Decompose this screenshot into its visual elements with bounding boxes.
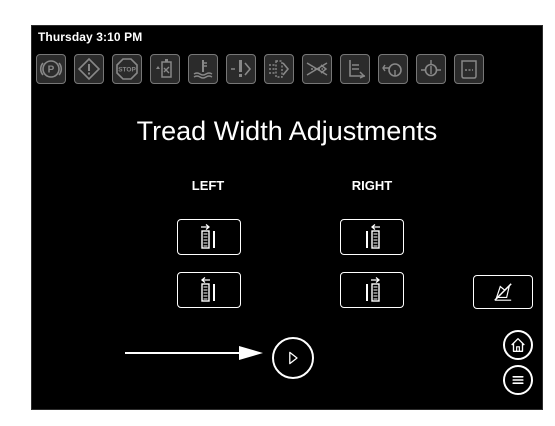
hydraulic-oil-icon — [340, 54, 370, 84]
oil-pressure-icon — [416, 54, 446, 84]
oil-level-icon — [378, 54, 408, 84]
battery-icon — [454, 54, 484, 84]
display-screen: Thursday 3:10 PM P STOP Tread Width Adju… — [31, 25, 543, 410]
hydraulic-filter-icon — [264, 54, 294, 84]
fuel-filter-icon — [226, 54, 256, 84]
disable-icon — [494, 283, 512, 301]
right-tread-narrow-button[interactable] — [340, 219, 404, 255]
play-icon — [289, 351, 298, 365]
right-column-label: RIGHT — [351, 178, 393, 193]
tread-narrow-left-icon — [201, 224, 215, 249]
stop-icon: STOP — [112, 54, 142, 84]
left-tread-widen-button[interactable] — [177, 272, 241, 308]
tread-widen-left-icon — [200, 277, 215, 302]
svg-text:STOP: STOP — [118, 67, 136, 74]
tread-narrow-right-icon — [366, 224, 380, 249]
next-button[interactable] — [272, 337, 314, 379]
page-title: Tread Width Adjustments — [136, 116, 438, 146]
right-tread-widen-button[interactable] — [340, 272, 404, 308]
svg-text:P: P — [48, 65, 55, 76]
air-filter-icon — [302, 54, 332, 84]
callout-arrow — [125, 346, 263, 360]
parking-brake-icon: P — [36, 54, 66, 84]
menu-icon — [512, 376, 524, 384]
home-icon — [511, 338, 525, 352]
tread-widen-right-icon — [366, 277, 381, 302]
warning-icon — [74, 54, 104, 84]
disable-button[interactable] — [473, 275, 533, 309]
coolant-level-icon — [150, 54, 180, 84]
status-clock: Thursday 3:10 PM — [38, 30, 143, 44]
left-tread-narrow-button[interactable] — [177, 219, 241, 255]
left-column-label: LEFT — [191, 178, 225, 193]
home-button[interactable] — [503, 330, 533, 360]
menu-button[interactable] — [503, 365, 533, 395]
coolant-temp-icon — [188, 54, 218, 84]
